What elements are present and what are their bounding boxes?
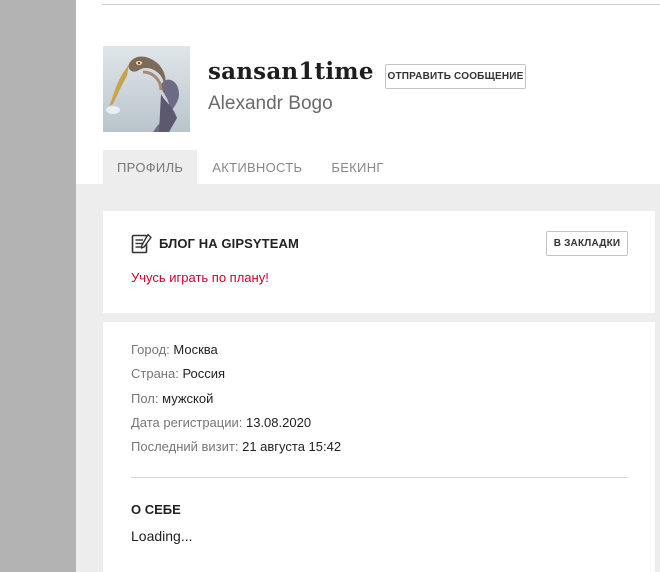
blog-card: БЛОГ НА GIPSYTEAM В ЗАКЛАДКИ Учусь играт… xyxy=(103,211,655,313)
country-value: Россия xyxy=(182,366,226,381)
about-text: Loading... xyxy=(131,528,193,544)
gender-value: мужской xyxy=(162,391,214,406)
blog-title: БЛОГ НА GIPSYTEAM xyxy=(159,236,299,251)
registered-value: 13.08.2020 xyxy=(245,415,312,430)
country-label: Страна: xyxy=(131,366,179,381)
about-title: О СЕБЕ xyxy=(131,502,181,517)
left-gutter xyxy=(0,0,76,572)
info-row-country: Страна: Россия xyxy=(131,366,225,381)
info-row-gender: Пол: мужской xyxy=(131,391,213,406)
city-label: Город: xyxy=(131,342,170,357)
info-row-city: Город: Москва xyxy=(131,342,218,357)
tab-profile[interactable]: ПРОФИЛЬ xyxy=(103,150,198,184)
info-row-registered: Дата регистрации: 13.08.2020 xyxy=(131,415,311,430)
city-value: Москва xyxy=(173,342,218,357)
tab-activity[interactable]: АКТИВНОСТЬ xyxy=(198,150,316,184)
blog-icon xyxy=(131,233,153,254)
profile-tabs: ПРОФИЛЬ АКТИВНОСТЬ БЕКИНГ xyxy=(103,150,399,184)
last-visit-value: 21 августа 15:42 xyxy=(242,439,342,454)
last-visit-label: Последний визит: xyxy=(131,439,239,454)
top-divider xyxy=(102,4,660,5)
registered-label: Дата регистрации: xyxy=(131,415,243,430)
full-name: Alexandr Bogo xyxy=(208,93,333,114)
username: sansan1time xyxy=(208,58,374,85)
tab-backing[interactable]: БЕКИНГ xyxy=(317,150,397,184)
bookmark-button[interactable]: В ЗАКЛАДКИ xyxy=(546,231,628,256)
gender-label: Пол: xyxy=(131,391,159,406)
avatar[interactable] xyxy=(103,46,190,132)
info-divider xyxy=(131,477,628,478)
send-message-button[interactable]: ОТПРАВИТЬ СООБЩЕНИЕ xyxy=(385,64,526,89)
profile-info-card: Город: Москва Страна: Россия Пол: мужско… xyxy=(103,322,655,572)
info-row-last-visit: Последний визит: 21 августа 15:42 xyxy=(131,439,341,454)
blog-post-link[interactable]: Учусь играть по плану! xyxy=(131,270,269,285)
avatar-heron-image xyxy=(103,46,190,132)
